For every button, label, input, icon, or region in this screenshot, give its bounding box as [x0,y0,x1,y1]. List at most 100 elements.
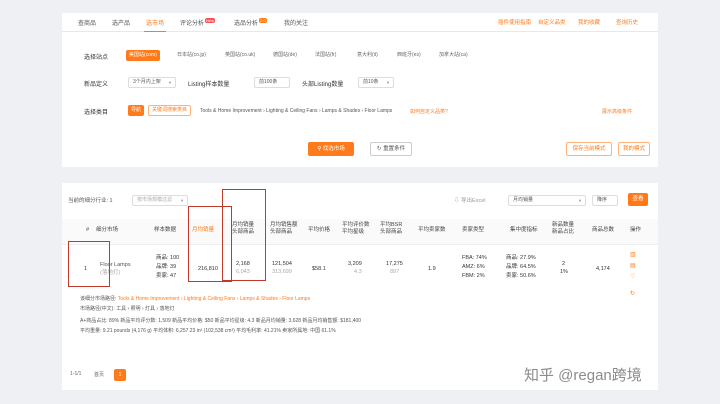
product-count-value: 4,174 [596,266,610,272]
conc-sellers: 卖家: 50.6% [506,273,536,279]
sample-brands: 品牌: 39 [156,264,177,270]
col-sample: 样本数据 [154,227,177,233]
tab-review-analysis-label: 评论分析 [180,21,205,27]
version-badge: 2.0 [259,18,267,23]
sample-sellers: 卖家: 47 [156,273,177,279]
scale-filter-select[interactable]: 按市场规模过滤 ▼ [132,195,188,206]
head-revenue-value: 121,504 [272,261,292,267]
seller-fbm: FBM: 2% [462,273,485,279]
avg-sellers-value: 1.9 [428,266,436,272]
export-label: 导出Excel [461,198,486,204]
conc-brands: 品牌: 64.5% [506,264,536,270]
avg-stars-value: 4.3 [354,269,362,275]
site-es[interactable]: 西班牙(es) [394,50,424,61]
pager-first[interactable]: 首页 [94,371,104,378]
my-mode-button[interactable]: 我的模式 [618,142,650,156]
reset-button[interactable]: ↻ 重置条件 [370,142,412,156]
document-icon[interactable]: ▤ [630,262,636,269]
head-value: 前10条 [363,79,379,85]
avg-price-value: $58.1 [312,266,326,272]
avg-bsr-sub: 897 [390,269,400,275]
listing-select[interactable]: 前100条 [254,77,290,88]
watermark: 知乎 @regan跨境 [524,367,642,384]
head-revenue-sub: 313,699 [272,269,292,275]
reset-label: 重置条件 [383,146,406,152]
site-de[interactable]: 德国站(de) [270,50,300,61]
scale-filter-value: 按市场规模过滤 [137,197,173,203]
site-jp[interactable]: 日本站(co.jp) [174,50,209,61]
col-product-count: 商品总数 [592,227,615,233]
top-tab-bar: 查商品 选产品 选市场 评论分析New 选品分析2.0 我的关注 插件使用指南 … [62,13,658,33]
col-action: 操作 [630,227,642,233]
tab-product-analysis-label: 选品分析 [234,21,259,27]
category-label: 选择类目 [84,110,109,116]
head-select[interactable]: 前10条 ▼ [358,77,394,88]
pager-total: 1-1/1 [70,371,82,377]
refresh-icon[interactable]: ↻ [630,290,635,297]
pager-current[interactable]: 1 [114,369,126,381]
save-mode-button[interactable]: 保存当前模式 [566,142,612,156]
chevron-down-icon: ▼ [180,198,184,203]
custom-category-link[interactable]: 自定义品类 [538,18,566,26]
metric-select[interactable]: 月均销量 ▼ [508,195,586,206]
filter-panel: 选择站点 美国站(com) 日本站(co.jp) 英国站(co.uk) 德国站(… [62,32,658,167]
metric-value: 月均销量 [513,197,534,203]
avg-physical-stats: 平均重量: 9.21 pounds (4,176 g) 平均体积: 6,257.… [80,328,336,334]
chevron-down-icon: ▼ [386,80,390,85]
new-def-select[interactable]: 3个月内上架 ▼ [128,77,176,88]
site-it[interactable]: 意大利(it) [354,50,381,61]
tab-select-market[interactable]: 选市场 [143,18,167,33]
heart-icon[interactable]: ♡ [630,273,635,280]
market-path-cn: 市场路径(中文): 工具 › 照明 › 灯具 › 落地灯 [80,306,175,312]
col-avg-reviews: 平均评价数 平均星级 [342,222,370,235]
site-ca[interactable]: 加拿大站(ca) [436,50,471,61]
avg-reviews-value: 3,209 [348,261,362,267]
category-path: Tools & Home Improvement › Lighting & Ce… [200,108,393,114]
query-history-link[interactable]: 查询历史 [616,18,638,26]
site-fr[interactable]: 法国站(fr) [312,50,339,61]
advanced-filters-link[interactable]: 展示高级条件 [602,108,632,115]
new-badge: New [205,18,216,23]
find-market-label: 找选市场 [322,146,345,152]
head-label: 头部Listing数量 [302,82,344,88]
category-keyword-toggle[interactable]: 关键词搜索类目 [148,105,192,116]
new-def-label: 新品定义 [84,82,109,88]
new-ratio-value: 1% [560,269,568,275]
plugin-guide-link[interactable]: 插件使用指南 [498,18,531,26]
download-icon: ⇩ [454,198,462,204]
listing-value: 前100条 [259,79,278,85]
tab-review-analysis[interactable]: 评论分析New [180,18,216,27]
col-new-products: 新品数量 新品占比 [552,222,575,235]
result-count: 当前的细分行业: 1 [68,198,113,204]
tab-select-products[interactable]: 选产品 [112,18,130,27]
site-us[interactable]: 美国站(com) [126,50,160,61]
seller-amz: AMZ: 6% [462,264,485,270]
my-favorites-link[interactable]: 我的收藏 [578,18,600,26]
col-concentration: 集中度指标 [510,227,538,233]
tab-my-follows[interactable]: 我的关注 [284,18,308,27]
new-product-stats: A+商品占比: 89% 新品平均评分数: 1,509 新品平均价格: $50 新… [80,318,362,324]
order-select[interactable]: 降序 [592,195,618,206]
order-value: 降序 [597,197,608,203]
chevron-down-icon: ▼ [578,198,582,203]
category-nav-toggle[interactable]: 导航 [128,105,145,116]
bar-chart-icon[interactable]: ▥ [630,251,636,258]
tab-search-products[interactable]: 查商品 [78,18,96,27]
site-uk[interactable]: 英国站(co.uk) [222,50,258,61]
results-panel: 当前的细分行业: 1 按市场规模过滤 ▼ ⇩ 导出Excel 月均销量 ▼ 降序 查… [62,183,658,390]
export-excel-button[interactable]: ⇩ 导出Excel [454,198,485,205]
tab-product-analysis[interactable]: 选品分析2.0 [234,18,267,27]
market-path-label: 该细分市场路径: [80,296,117,302]
col-avg-sellers: 平均卖家数 [418,227,446,233]
chevron-down-icon: ▼ [168,80,172,85]
find-market-button[interactable]: ⚲ 找选市场 [308,142,354,156]
new-def-value: 3个月内上架 [133,79,161,85]
col-avg-bsr: 平均BSR 头部商品 [380,222,403,235]
custom-category-help-link[interactable]: 如何自定义品类? [410,108,448,115]
site-label: 选择站点 [84,55,109,61]
view-button[interactable]: 查看 [628,193,648,206]
avg-bsr-value: 17,275 [386,261,403,267]
market-path-link[interactable]: Tools & Home Improvement › Lighting & Ce… [118,296,310,302]
col-head-revenue: 月均销售额 头部商品 [270,222,298,235]
sample-products: 商品: 100 [156,255,180,261]
